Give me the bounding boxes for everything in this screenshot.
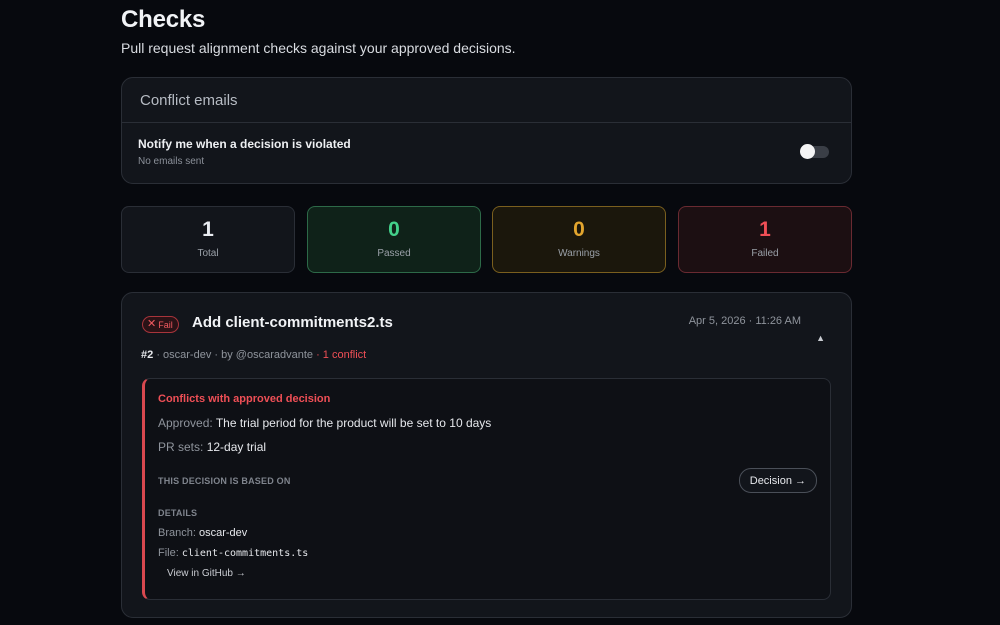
toggle-knob (800, 144, 815, 159)
stat-passed-label: Passed (377, 248, 411, 259)
notify-row: Notify me when a decision is violated No… (122, 123, 851, 167)
file-value: client-commitments.ts (181, 548, 309, 559)
branch-line: Branch: oscar-dev (158, 527, 247, 539)
stat-failed: 1 Failed (678, 206, 852, 273)
prsets-line: PR sets: 12-day trial (158, 440, 266, 454)
stat-passed: 0 Passed (307, 206, 481, 273)
check-date: Apr 5, 2026 · 11:26 AM (688, 315, 801, 327)
stat-total: 1 Total (121, 206, 295, 273)
prsets-key: PR sets: (158, 440, 204, 454)
check-meta: #2 · oscar-dev · by @oscaradvante · 1 co… (141, 349, 366, 361)
branch-value: oscar-dev (198, 527, 248, 539)
pr-number: #2 (141, 349, 154, 361)
view-github-link[interactable]: View in GitHub → (167, 568, 246, 579)
check-title[interactable]: Add client-commitments2.ts (192, 314, 393, 331)
approved-line: Approved: The trial period for the produ… (158, 416, 491, 430)
details-label: DETAILS (158, 508, 198, 518)
stat-warnings: 0 Warnings (492, 206, 666, 273)
branch-meta: · oscar-dev (156, 349, 212, 361)
check-card: ✕ Fail Add client-commitments2.ts Apr 5,… (121, 292, 852, 618)
conflict-box: Conflicts with approved decision Approve… (142, 378, 831, 600)
file-key: File: (158, 547, 179, 559)
approved-value: The trial period for the product will be… (215, 416, 492, 430)
file-line: File: client-commitments.ts (158, 547, 308, 559)
stat-failed-value: 1 (759, 218, 771, 241)
based-on-label: THIS DECISION IS BASED ON (158, 476, 291, 486)
stat-total-value: 1 (202, 218, 214, 241)
conflict-title: Conflicts with approved decision (158, 393, 331, 405)
stat-warnings-label: Warnings (558, 248, 600, 259)
author-meta: · by @oscaradvante (214, 349, 314, 361)
notify-label: Notify me when a decision is violated (138, 137, 351, 151)
conflict-count: · 1 conflict (316, 349, 367, 361)
stat-warnings-value: 0 (573, 218, 585, 241)
conflict-emails-title: Conflict emails (122, 78, 851, 123)
chevron-up-icon[interactable]: ▲ (816, 333, 825, 343)
approved-key: Approved: (158, 416, 213, 430)
decision-button[interactable]: Decision → (738, 468, 817, 493)
notify-toggle[interactable] (800, 144, 829, 159)
branch-key: Branch: (158, 527, 196, 539)
x-icon: ✕ (147, 318, 157, 330)
page-title: Checks (121, 6, 206, 33)
page-subtitle: Pull request alignment checks against yo… (121, 40, 516, 56)
email-status: No emails sent (138, 156, 205, 167)
prsets-value: 12-day trial (206, 440, 267, 454)
stat-passed-value: 0 (388, 218, 400, 241)
status-badge: ✕ Fail (142, 316, 179, 333)
conflict-emails-card: Conflict emails Notify me when a decisio… (121, 77, 852, 184)
status-badge-label: Fail (158, 319, 173, 330)
stat-failed-label: Failed (751, 248, 779, 259)
stat-total-label: Total (197, 248, 219, 259)
